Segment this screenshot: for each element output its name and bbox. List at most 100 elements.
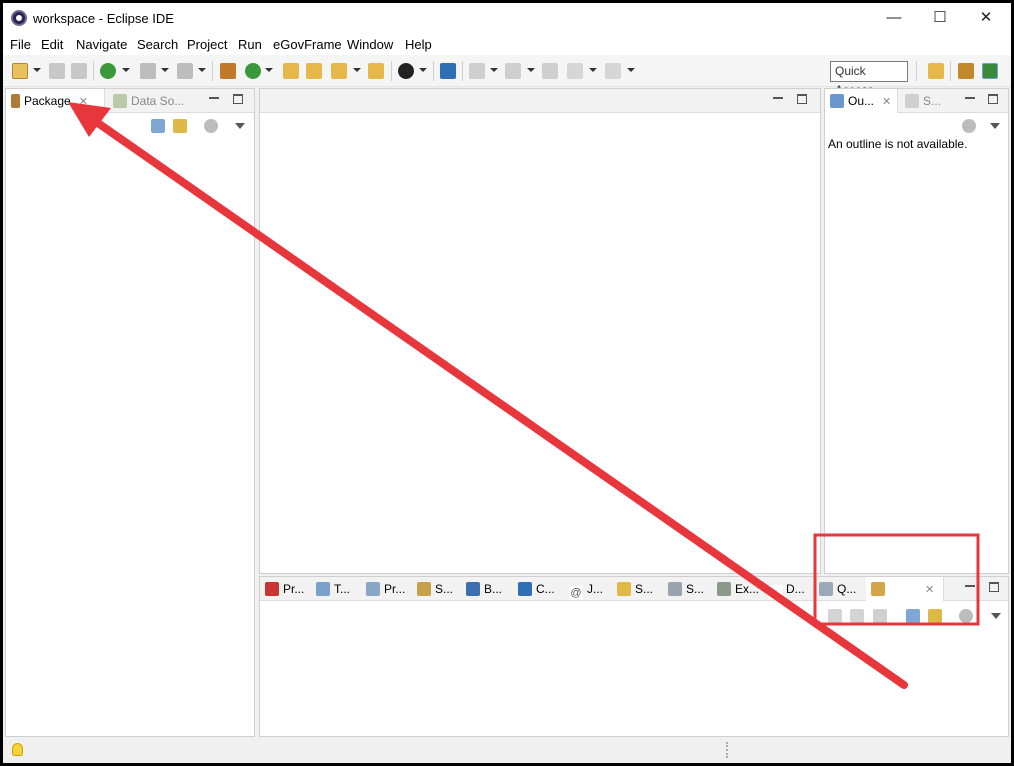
tab-search[interactable]: S...: [668, 577, 704, 601]
tab-tasks[interactable]: T...: [316, 577, 350, 601]
editor-area[interactable]: [259, 88, 821, 574]
tab-structure[interactable]: S...: [905, 89, 950, 113]
run-dropdown-icon[interactable]: [265, 68, 273, 72]
close-button[interactable]: ✕: [963, 3, 1009, 34]
menu-window[interactable]: Window: [347, 37, 393, 52]
back-dropdown-icon[interactable]: [589, 68, 597, 72]
maximize-view-icon[interactable]: [233, 94, 243, 104]
open-type-icon[interactable]: [283, 63, 299, 79]
save-icon[interactable]: [49, 63, 65, 79]
minimize-button[interactable]: —: [871, 3, 917, 34]
minimize-view-icon[interactable]: [965, 94, 975, 104]
menu-project[interactable]: Project: [187, 37, 227, 52]
last-edit-icon[interactable]: [542, 63, 558, 79]
pin-icon[interactable]: [331, 63, 347, 79]
view-menu-icon[interactable]: [235, 123, 245, 129]
previous-annotation-icon[interactable]: [505, 63, 521, 79]
tab-label: S...: [923, 94, 942, 108]
maximize-editor-icon[interactable]: [797, 94, 807, 104]
new-dropdown-icon[interactable]: [33, 68, 41, 72]
collapse-all-icon[interactable]: [151, 119, 165, 133]
link-with-editor-icon[interactable]: [928, 609, 942, 623]
link-with-editor-icon[interactable]: [173, 119, 187, 133]
tab-declaration[interactable]: ⌕ D...: [768, 577, 805, 601]
menu-edit[interactable]: Edit: [41, 37, 63, 52]
maximize-view-icon[interactable]: [988, 94, 998, 104]
menu-egovframe[interactable]: eGovFrame: [273, 37, 342, 52]
monitor-icon[interactable]: [440, 63, 456, 79]
external-dropdown-icon[interactable]: [198, 68, 206, 72]
eclipse-app-icon: [11, 10, 27, 26]
tab-properties[interactable]: Pr...: [366, 577, 405, 601]
tab-bookmarks[interactable]: B...: [466, 577, 502, 601]
new-icon[interactable]: [12, 63, 28, 79]
tab-javadoc[interactable]: @ J...: [569, 577, 603, 601]
stop-icon[interactable]: [140, 63, 156, 79]
menu-help[interactable]: Help: [405, 37, 432, 52]
tab-snippets[interactable]: S...: [617, 577, 653, 601]
console-icon: [518, 582, 532, 596]
close-icon[interactable]: ✕: [882, 90, 891, 114]
menu-run[interactable]: Run: [238, 37, 262, 52]
tab-servers[interactable]: S...: [417, 577, 453, 601]
tab-hierarchy[interactable]: ✕: [866, 577, 944, 601]
egovframe-perspective-icon[interactable]: [982, 63, 998, 79]
stop-dropdown-icon[interactable]: [161, 68, 169, 72]
focus-icon[interactable]: [204, 119, 218, 133]
debug-icon[interactable]: [100, 63, 116, 79]
menu-file[interactable]: File: [10, 37, 31, 52]
forward-arrow-icon[interactable]: [605, 63, 621, 79]
menu-search[interactable]: Search: [137, 37, 178, 52]
view-menu-icon[interactable]: [991, 613, 1001, 619]
focus-icon[interactable]: [962, 119, 976, 133]
tab-data-source[interactable]: Data So...: [113, 89, 203, 113]
back-icon[interactable]: [828, 609, 842, 623]
debug-dropdown-icon[interactable]: [122, 68, 130, 72]
external-tools-icon[interactable]: [177, 63, 193, 79]
minimize-view-icon[interactable]: [965, 582, 975, 592]
maximize-button[interactable]: ☐: [917, 3, 963, 34]
open-resource-icon[interactable]: [368, 63, 384, 79]
previous-annotation-dropdown-icon[interactable]: [527, 68, 535, 72]
status-bar: [3, 737, 1011, 763]
tab-package-explorer[interactable]: Package ✕: [6, 89, 105, 113]
pin-dropdown-icon[interactable]: [353, 68, 361, 72]
tab-console[interactable]: C...: [518, 577, 555, 601]
toolbar-separator: [212, 61, 213, 81]
tab-query[interactable]: Q...: [819, 577, 856, 601]
view-menu-icon[interactable]: [990, 123, 1000, 129]
focus-icon[interactable]: [959, 609, 973, 623]
hierarchy-icon: [871, 582, 885, 596]
back-arrow-icon[interactable]: [567, 63, 583, 79]
servers-icon: [417, 582, 431, 596]
run-icon[interactable]: [245, 63, 261, 79]
build-icon[interactable]: [220, 63, 236, 79]
close-icon[interactable]: ✕: [79, 90, 88, 114]
tab-label: T...: [334, 582, 351, 596]
forward-dropdown-icon[interactable]: [627, 68, 635, 72]
next-annotation-dropdown-icon[interactable]: [490, 68, 498, 72]
menu-navigate[interactable]: Navigate: [76, 37, 127, 52]
lightbulb-icon[interactable]: [12, 743, 23, 756]
quick-access-field[interactable]: Quick Access: [830, 61, 908, 97]
open-perspective-icon[interactable]: [928, 63, 944, 79]
tab-execution[interactable]: Ex...: [717, 577, 759, 601]
minimize-view-icon[interactable]: [209, 94, 219, 104]
minimize-editor-icon[interactable]: [773, 94, 783, 104]
collapse-all-icon[interactable]: [906, 609, 920, 623]
user-icon[interactable]: [398, 63, 414, 79]
tab-problems[interactable]: Pr...: [265, 577, 304, 601]
forward-icon[interactable]: [850, 609, 864, 623]
next-annotation-icon[interactable]: [469, 63, 485, 79]
open-folder-icon[interactable]: [306, 63, 322, 79]
user-dropdown-icon[interactable]: [419, 68, 427, 72]
maximize-view-icon[interactable]: [989, 582, 999, 592]
tab-label: B...: [484, 582, 503, 596]
save-all-icon[interactable]: [71, 63, 87, 79]
home-icon[interactable]: [873, 609, 887, 623]
java-perspective-icon[interactable]: [958, 63, 974, 79]
tab-outline[interactable]: Ou... ✕: [825, 89, 898, 113]
status-grip: [726, 742, 729, 758]
close-icon[interactable]: ✕: [925, 578, 934, 602]
tab-label: J...: [587, 582, 604, 596]
